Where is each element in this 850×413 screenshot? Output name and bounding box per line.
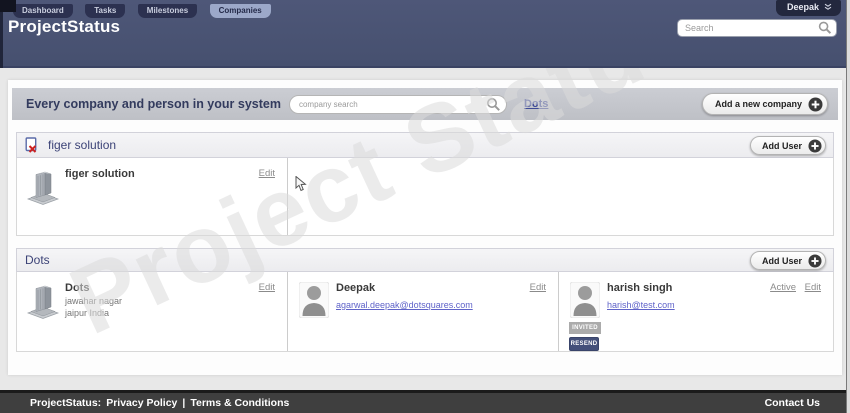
person-avatar-icon — [567, 282, 603, 318]
building-icon — [25, 282, 61, 320]
section-title: figer solution — [48, 138, 117, 152]
add-user-button-dots[interactable]: Add User — [749, 251, 826, 270]
delete-company-icon[interactable] — [25, 137, 40, 153]
contact-us-link[interactable]: Contact Us — [765, 397, 820, 409]
user-menu-label: Deepak — [786, 2, 819, 12]
add-company-button[interactable]: Add a new company — [701, 93, 828, 115]
empty-cell — [288, 158, 833, 235]
plus-circle-icon — [808, 253, 822, 268]
footer-links: ProjectStatus: Privacy Policy | Terms & … — [30, 397, 289, 409]
main-nav: Dashboard Tasks Milestones Companies — [13, 0, 279, 18]
company-name: figer solution — [65, 168, 135, 180]
plus-circle-icon — [808, 138, 822, 153]
company-card-figer-solution: figer solution Edit — [17, 158, 288, 235]
window-corner — [0, 0, 16, 12]
company-jump-link-dots[interactable]: Dots — [524, 98, 548, 110]
company-search-input[interactable] — [298, 99, 486, 109]
search-icon[interactable] — [818, 21, 832, 35]
section-header-dots: Dots Add User — [16, 248, 834, 272]
section-body-figer-solution: figer solution Edit — [16, 158, 834, 236]
person-email-link[interactable]: agarwal.deepak@dotsquares.com — [336, 299, 473, 312]
add-user-label: Add User — [761, 140, 802, 151]
privacy-policy-link[interactable]: Privacy Policy — [106, 397, 177, 409]
projectstatus-app: Dashboard Tasks Milestones Companies Dee… — [0, 0, 850, 413]
window-right-edge — [846, 0, 850, 413]
app-footer: ProjectStatus: Privacy Policy | Terms & … — [0, 390, 850, 413]
add-user-label: Add User — [761, 255, 802, 266]
person-name: harish singh — [607, 282, 673, 294]
double-chevron-down-icon — [824, 3, 832, 11]
plus-circle-icon — [808, 97, 823, 112]
add-user-button-figer[interactable]: Add User — [749, 136, 826, 155]
tab-milestones[interactable]: Milestones — [137, 4, 198, 18]
page-title: ProjectStatus — [8, 17, 121, 36]
edit-link[interactable]: Edit — [259, 168, 275, 179]
person-card-harish-singh: INVITED RESEND harish singh harish@test.… — [559, 272, 833, 351]
user-menu-button[interactable]: Deepak — [775, 0, 841, 16]
person-avatar-icon — [296, 282, 332, 318]
person-card-deepak: Deepak agarwal.deepak@dotsquares.com Edi… — [288, 272, 559, 351]
global-search-box — [677, 19, 837, 37]
section-header-figer-solution: figer solution Add User — [16, 132, 834, 158]
search-icon[interactable] — [486, 97, 501, 112]
edit-link[interactable]: Edit — [530, 282, 546, 293]
toolbar-heading: Every company and person in your system — [26, 97, 281, 111]
app-header: Dashboard Tasks Milestones Companies Dee… — [0, 0, 850, 68]
add-company-label: Add a new company — [714, 99, 802, 109]
building-icon — [25, 168, 61, 206]
footer-brand: ProjectStatus: — [30, 397, 102, 409]
company-address-line2: jaipur India — [65, 308, 110, 318]
company-toolbar: Every company and person in your system … — [12, 88, 838, 120]
edit-link[interactable]: Edit — [805, 282, 821, 293]
section-title: Dots — [25, 253, 50, 267]
tab-companies[interactable]: Companies — [209, 4, 271, 18]
active-link[interactable]: Active — [770, 282, 796, 293]
terms-conditions-link[interactable]: Terms & Conditions — [190, 397, 289, 409]
section-body-dots: Dots jawahar nagar jaipur India Edit Dee… — [16, 272, 834, 352]
company-search-box — [288, 94, 507, 114]
tab-tasks[interactable]: Tasks — [85, 4, 126, 18]
resend-invite-button[interactable]: RESEND — [569, 337, 599, 351]
main-panel: Every company and person in your system … — [8, 80, 842, 375]
company-card-dots: Dots jawahar nagar jaipur India Edit — [17, 272, 288, 351]
person-email-link[interactable]: harish@test.com — [607, 299, 675, 312]
tab-dashboard[interactable]: Dashboard — [13, 4, 73, 18]
global-search-input[interactable] — [685, 23, 818, 33]
invited-status-badge: INVITED — [569, 322, 601, 334]
person-name: Deepak — [336, 282, 376, 294]
company-name: Dots — [65, 282, 90, 294]
edit-link[interactable]: Edit — [259, 282, 275, 293]
card-action-links: Active Edit — [764, 282, 821, 293]
footer-separator: | — [182, 397, 186, 409]
company-address-line1: jawahar nagar — [65, 296, 123, 306]
